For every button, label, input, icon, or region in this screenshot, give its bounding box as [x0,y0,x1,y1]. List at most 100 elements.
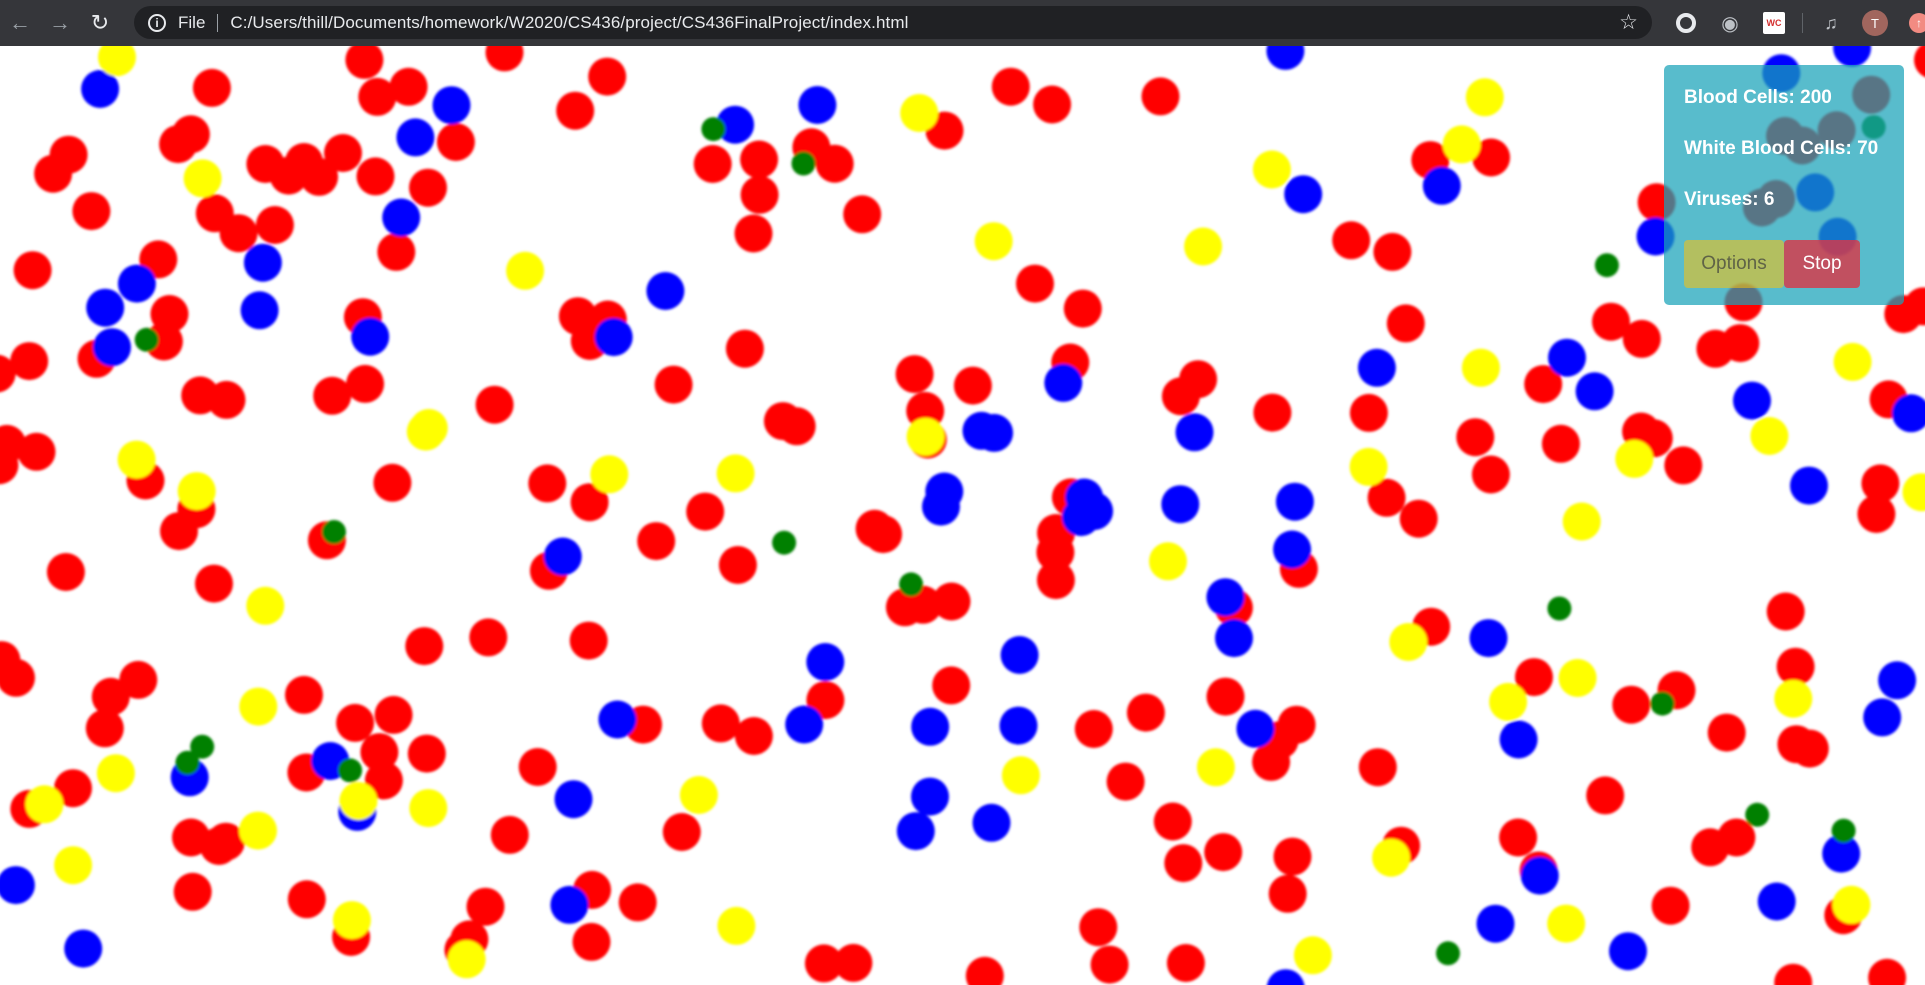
yellow-cell [96,754,135,793]
address-bar[interactable]: i File C:/Users/thill/Documents/homework… [134,6,1652,39]
red-blood-cell [1471,455,1510,494]
extension-opera-icon[interactable] [1673,10,1699,36]
extension-wc-label: WC [1763,12,1785,34]
profile-avatar[interactable]: T [1862,10,1888,36]
bookmark-star-icon[interactable]: ☆ [1619,10,1638,35]
white-blood-cell [1878,661,1917,700]
red-blood-cell [1090,945,1129,984]
stop-button[interactable]: Stop [1784,240,1860,288]
white-blood-cell [925,472,964,511]
red-blood-cell [1717,818,1756,857]
yellow-cell [1196,748,1235,787]
red-blood-cell [407,734,446,773]
red-blood-cell [1612,685,1651,724]
yellow-cell [25,785,64,824]
red-blood-cell [246,145,285,183]
red-blood-cell [49,135,88,174]
virus-particle [1650,691,1675,716]
red-blood-cell [1253,393,1292,432]
red-blood-cell [734,214,773,253]
white-blood-cell [1044,363,1083,402]
cells-layer [0,46,1925,985]
red-blood-cell [1622,319,1661,358]
red-blood-cell [1166,944,1205,982]
red-blood-cell [701,704,740,743]
red-blood-cell [336,703,375,742]
yellow-cell [1461,348,1500,387]
white-blood-cell [1273,530,1312,569]
reload-icon[interactable]: ↻ [80,0,120,46]
options-button[interactable]: Options [1684,240,1784,288]
red-blood-cell [932,666,971,705]
red-blood-cell [1126,693,1165,732]
extension-wc-icon[interactable]: WC [1761,10,1787,36]
white-blood-cell [1548,338,1586,377]
virus-particle [791,151,816,176]
white-blood-cell [1357,348,1396,387]
red-blood-cell [1079,908,1118,947]
yellow-cell [239,811,277,850]
forward-arrow-icon[interactable]: → [40,0,80,46]
red-blood-cell [804,944,843,983]
white-blood-cell [1520,856,1559,895]
white-blood-cell [646,272,685,310]
camera-icon[interactable]: ◉ [1717,10,1743,36]
red-blood-cell [763,402,802,441]
yellow-cell [974,222,1013,261]
white-blood-cell [1422,166,1461,205]
yellow-cell [339,782,378,820]
white-blood-cell [117,264,156,303]
yellow-cell [177,472,216,511]
white-blood-cell [785,705,824,744]
red-blood-cell [843,195,882,234]
white-blood-cell [550,885,589,924]
red-blood-cell [192,68,231,107]
white-blood-cell [1000,636,1039,674]
white-blood-cell [1476,904,1515,943]
white-blood-cell [64,929,103,968]
white-blood-cell [1733,381,1771,420]
white-blood-cell [351,317,390,356]
red-blood-cell [1106,762,1145,801]
red-blood-cell [490,815,529,854]
white-blood-cell [1075,492,1114,531]
white-blood-cell [1175,413,1214,452]
red-blood-cell [285,675,323,714]
virus-particle [175,750,200,775]
white-blood-cell [1863,698,1902,737]
info-icon[interactable]: i [148,13,166,32]
white-blood-cell [543,537,582,576]
yellow-cell [1184,227,1223,266]
white-blood-cell [999,706,1038,745]
white-blood-cell [86,288,125,327]
blood-cells-value: 200 [1800,87,1832,108]
update-icon[interactable]: ↑ [1906,10,1925,36]
virus-particle [338,758,363,783]
back-arrow-icon[interactable]: ← [0,0,40,46]
red-blood-cell [285,143,323,181]
media-control-icon[interactable]: ♫ [1818,10,1844,36]
url-text[interactable]: C:/Users/thill/Documents/homework/W2020/… [230,13,908,33]
red-blood-cell [1868,958,1907,985]
red-blood-cell [518,748,557,786]
yellow-cell [1902,473,1925,512]
red-blood-cell [1063,289,1102,328]
yellow-cell [900,94,939,132]
red-blood-cell [313,376,352,415]
panel-buttons: Options Stop [1684,240,1884,288]
yellow-cell [1558,659,1597,697]
red-blood-cell [1651,886,1690,925]
yellow-cell [1149,542,1187,581]
yellow-cell [1774,679,1813,718]
red-blood-cell [1141,77,1180,116]
red-blood-cell [953,366,992,405]
red-blood-cell [72,192,111,231]
yellow-cell [1750,417,1789,455]
white-blood-cells-value: 70 [1857,138,1879,159]
white-blood-cell [1609,932,1647,971]
yellow-cell [1389,623,1428,661]
red-blood-cell [815,144,854,183]
red-blood-cell [588,57,627,96]
red-blood-cell [1664,446,1703,485]
red-blood-cell [1707,713,1746,752]
